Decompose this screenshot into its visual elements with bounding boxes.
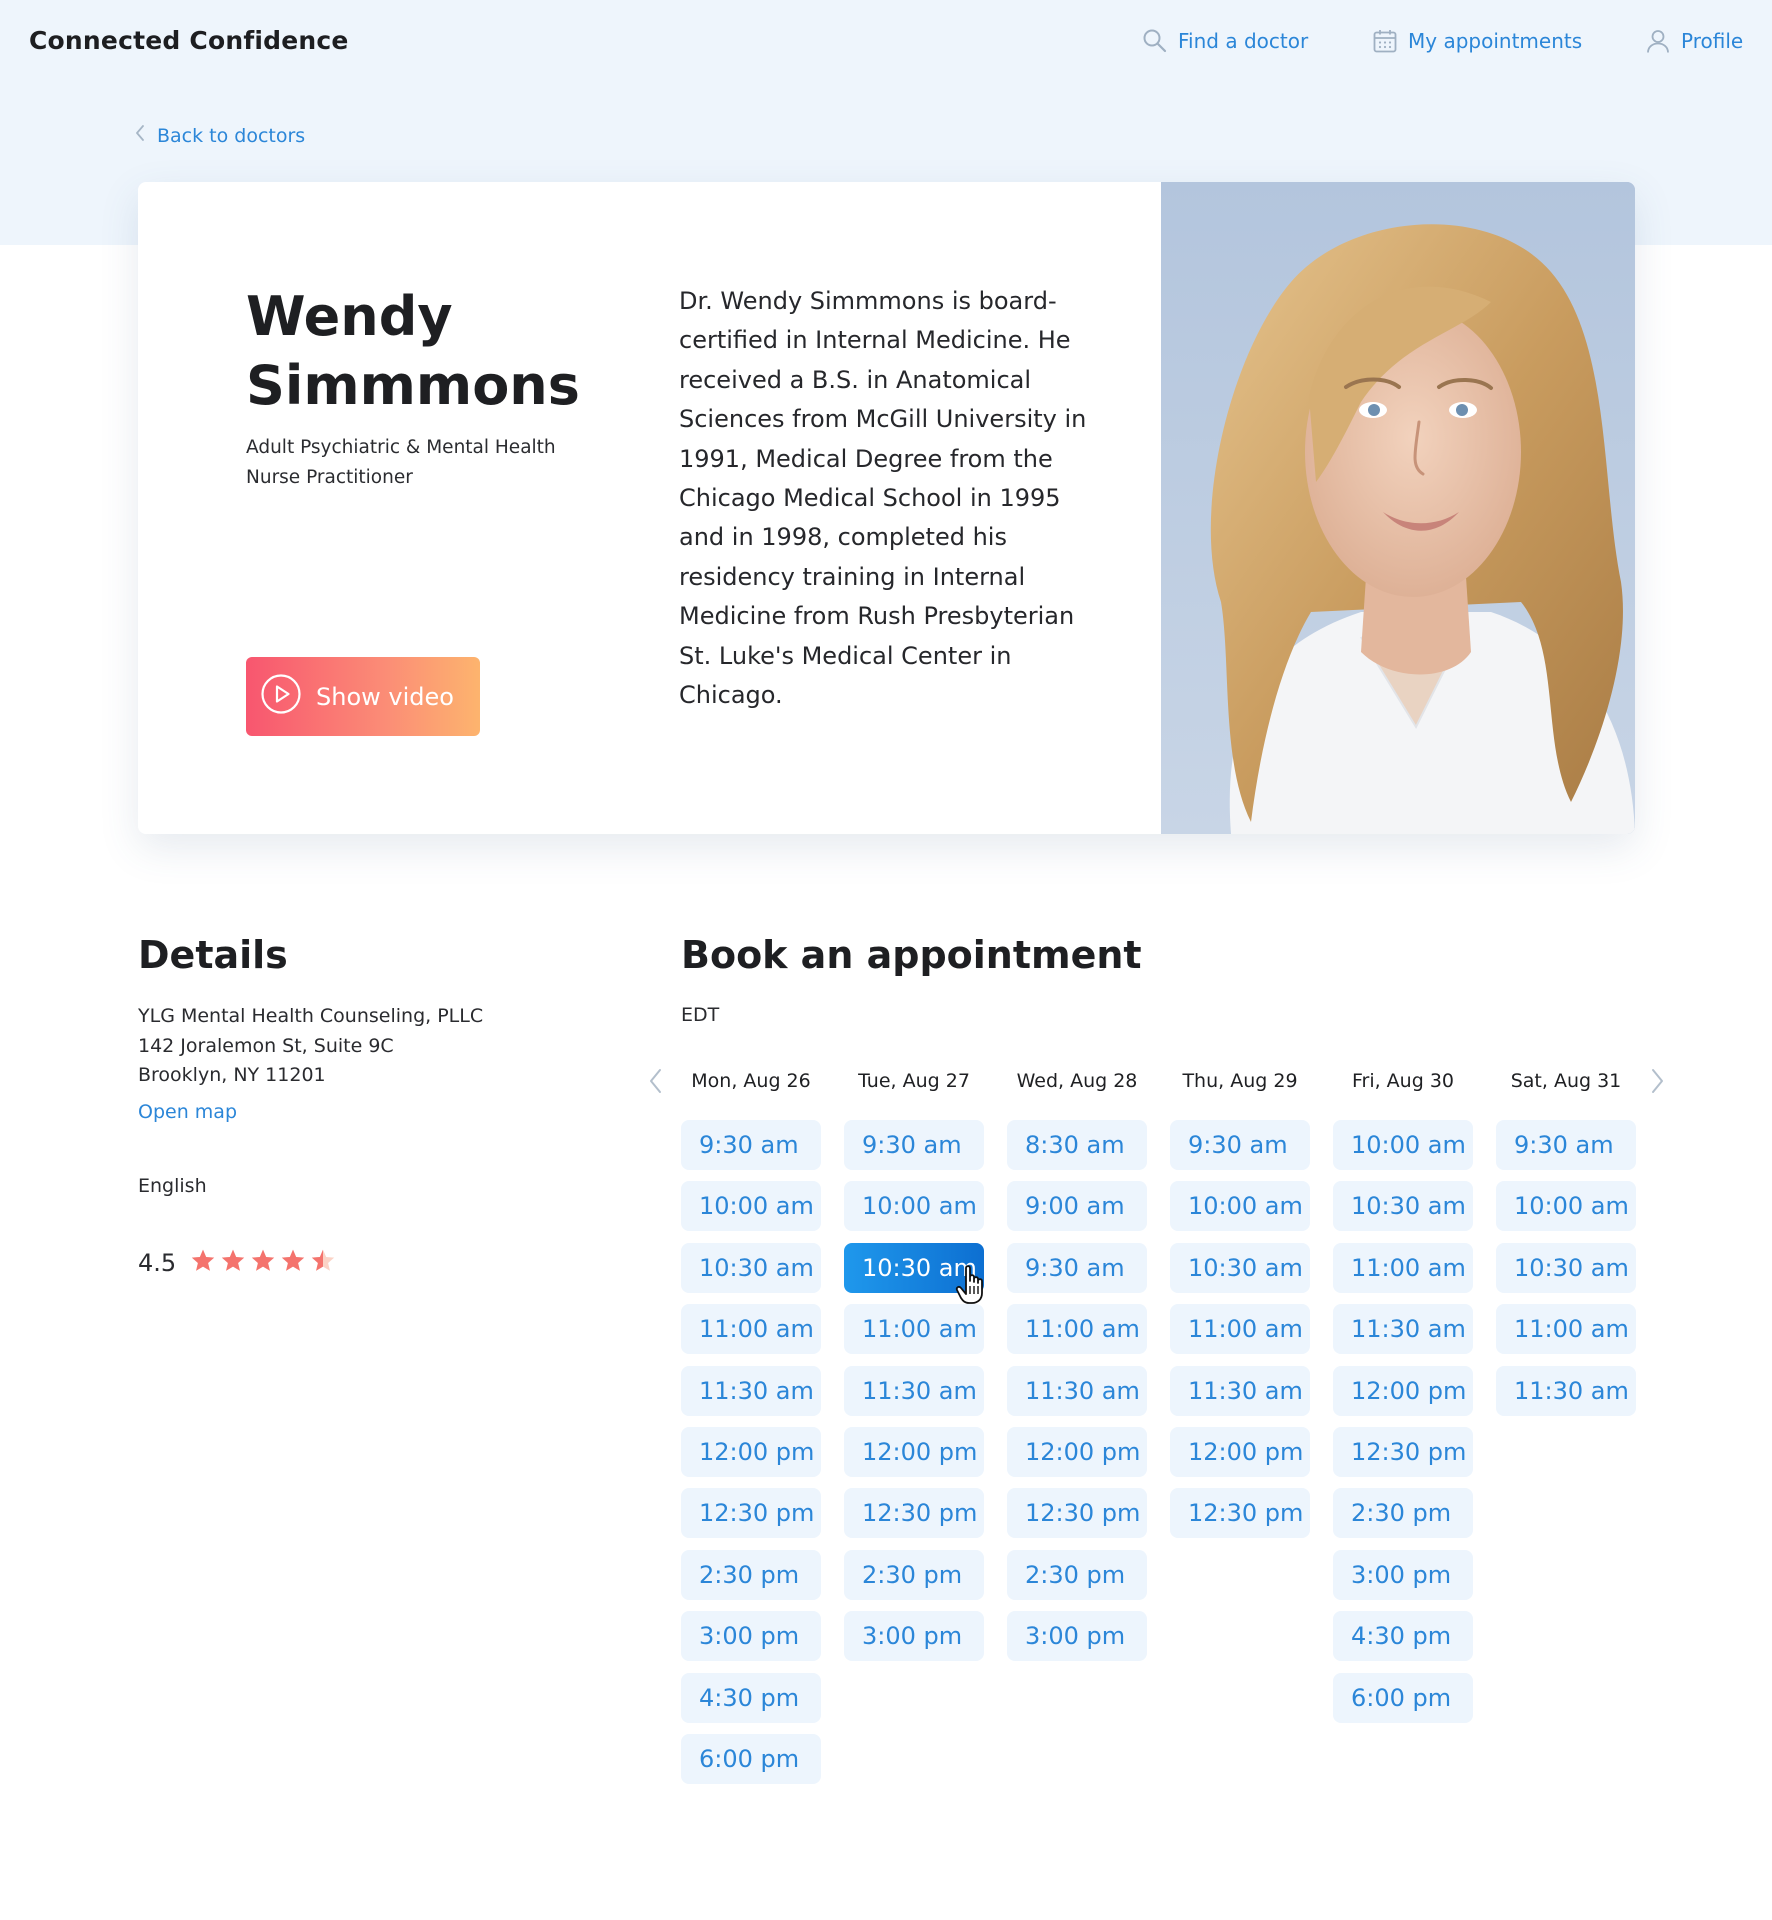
time-slot-button[interactable]: 10:00 am <box>1333 1120 1473 1170</box>
time-slot-button[interactable]: 3:00 pm <box>844 1611 984 1662</box>
time-slot-button[interactable]: 11:00 am <box>1496 1304 1636 1355</box>
timezone-label: EDT <box>681 1004 720 1026</box>
nav-profile[interactable]: Profile <box>1645 26 1743 56</box>
time-slot-button[interactable]: 3:00 pm <box>1333 1549 1473 1600</box>
time-slot-button[interactable]: 10:30 am <box>1333 1181 1473 1232</box>
time-slot-button[interactable]: 10:30 am <box>1170 1242 1310 1293</box>
time-slot-button[interactable]: 8:30 am <box>1007 1120 1147 1170</box>
open-map-link[interactable]: Open map <box>138 1101 237 1123</box>
calendar-icon <box>1372 28 1398 54</box>
chevron-left-icon <box>135 124 145 147</box>
time-slot-button[interactable]: 12:00 pm <box>844 1427 984 1477</box>
doctor-bio: Dr. Wendy Simmmons is board-certified in… <box>679 287 1087 710</box>
previous-week-button[interactable] <box>640 1068 670 1098</box>
time-slot-button[interactable]: 11:00 am <box>844 1304 984 1355</box>
time-slot-button[interactable]: 2:30 pm <box>681 1549 821 1600</box>
doctor-title: Adult Psychiatric & Mental Health Nurse … <box>246 437 556 488</box>
hand-cursor-icon <box>955 1264 989 1310</box>
book-appointment-heading: Book an appointment <box>681 933 1142 977</box>
practice-address: YLG Mental Health Counseling, PLLC 142 J… <box>138 1002 558 1091</box>
time-slot-button[interactable]: 9:30 am <box>844 1120 984 1170</box>
doctor-name: Wendy Simmmons <box>246 285 580 417</box>
time-slot-button[interactable]: 9:30 am <box>1007 1242 1147 1293</box>
time-slot-button[interactable]: 12:30 pm <box>844 1488 984 1539</box>
practice-street: 142 Joralemon St, Suite 9C <box>138 1034 394 1057</box>
nav-my-appointments[interactable]: My appointments <box>1372 26 1582 56</box>
practice-name: YLG Mental Health Counseling, PLLC <box>138 1005 484 1027</box>
star-icon <box>250 1248 276 1278</box>
time-slot-button[interactable]: 12:00 pm <box>1333 1365 1473 1416</box>
nav-profile-label: Profile <box>1681 29 1744 53</box>
day-label: Wed, Aug 28 <box>1016 1070 1138 1092</box>
time-slot-button[interactable]: 2:30 pm <box>1333 1488 1473 1539</box>
rating-stars <box>190 1248 336 1278</box>
time-slot-button[interactable]: 9:00 am <box>1007 1181 1147 1232</box>
time-slot-button[interactable]: 11:30 am <box>681 1365 821 1416</box>
time-slot-button[interactable]: 11:30 am <box>1170 1365 1310 1416</box>
star-icon <box>310 1248 336 1278</box>
rating: 4.5 <box>138 1248 336 1278</box>
time-slot-button[interactable]: 11:00 am <box>681 1304 821 1355</box>
time-slot-button[interactable]: 2:30 pm <box>1007 1549 1147 1600</box>
day-label: Thu, Aug 29 <box>1182 1070 1298 1092</box>
time-slot-button[interactable]: 3:00 pm <box>1007 1611 1147 1662</box>
time-slot-button[interactable]: 10:30 am <box>681 1242 821 1293</box>
chevron-left-icon <box>648 1068 662 1098</box>
nav-find-doctor-label: Find a doctor <box>1178 29 1309 53</box>
time-slot-button[interactable]: 12:30 pm <box>1170 1488 1310 1539</box>
time-slot-button[interactable]: 10:30 am <box>1496 1242 1636 1293</box>
nav-my-appointments-label: My appointments <box>1408 29 1583 53</box>
time-slot-button[interactable]: 9:30 am <box>1170 1120 1310 1170</box>
day-label: Sat, Aug 31 <box>1510 1070 1622 1092</box>
search-icon <box>1142 28 1168 54</box>
time-slot-button[interactable]: 12:30 pm <box>681 1488 821 1539</box>
day-label: Fri, Aug 30 <box>1351 1070 1455 1092</box>
nav-find-doctor[interactable]: Find a doctor <box>1142 26 1308 56</box>
time-slot-button[interactable]: 11:00 am <box>1170 1304 1310 1355</box>
details-heading: Details <box>138 933 288 977</box>
play-icon <box>260 673 302 721</box>
user-icon <box>1645 28 1671 54</box>
time-slot-button[interactable]: 12:30 pm <box>1333 1427 1473 1477</box>
star-icon <box>280 1248 306 1278</box>
language: English <box>138 1175 207 1197</box>
star-icon <box>220 1248 246 1278</box>
time-slot-button[interactable]: 10:00 am <box>844 1181 984 1232</box>
back-to-doctors-link[interactable]: Back to doctors <box>135 124 305 147</box>
time-slot-button[interactable]: 11:30 am <box>844 1365 984 1416</box>
star-icon <box>190 1248 216 1278</box>
time-slot-button[interactable]: 12:00 pm <box>1007 1427 1147 1477</box>
time-slot-button[interactable]: 2:30 pm <box>844 1549 984 1600</box>
back-link-label: Back to doctors <box>157 124 306 147</box>
time-slot-button[interactable]: 10:00 am <box>1496 1181 1636 1232</box>
time-slot-button[interactable]: 9:30 am <box>681 1120 821 1170</box>
time-slot-button[interactable]: 12:00 pm <box>1170 1427 1310 1477</box>
time-slot-button[interactable]: 9:30 am <box>1496 1120 1636 1170</box>
time-slot-button[interactable]: 12:00 pm <box>681 1427 821 1477</box>
practice-city: Brooklyn, NY 11201 <box>138 1064 326 1086</box>
time-slot-button[interactable]: 11:30 am <box>1333 1304 1473 1355</box>
time-slot-button[interactable]: 11:00 am <box>1007 1304 1147 1355</box>
brand-logo[interactable]: Connected Confidence <box>29 26 349 55</box>
day-label: Mon, Aug 26 <box>691 1070 811 1092</box>
time-slot-button[interactable]: 10:00 am <box>681 1181 821 1232</box>
day-label: Tue, Aug 27 <box>858 1070 970 1092</box>
time-slot-button[interactable]: 4:30 pm <box>1333 1611 1473 1662</box>
show-video-button[interactable]: Show video <box>246 657 480 736</box>
time-slot-button[interactable]: 6:00 pm <box>1333 1672 1473 1723</box>
time-slot-button[interactable]: 11:00 am <box>1333 1242 1473 1293</box>
show-video-label: Show video <box>316 682 454 711</box>
time-slot-button[interactable]: 11:30 am <box>1496 1365 1636 1416</box>
doctor-photo <box>1161 182 1635 834</box>
time-slot-button[interactable]: 12:30 pm <box>1007 1488 1147 1539</box>
chevron-right-icon <box>1651 1068 1665 1098</box>
rating-value: 4.5 <box>138 1249 177 1277</box>
doctor-profile-card: Wendy Simmmons Adult Psychiatric & Menta… <box>138 182 1635 834</box>
time-slot-button[interactable]: 11:30 am <box>1007 1365 1147 1416</box>
time-slot-button[interactable]: 3:00 pm <box>681 1611 821 1662</box>
time-slot-button[interactable]: 10:00 am <box>1170 1181 1310 1232</box>
next-week-button[interactable] <box>1643 1068 1673 1098</box>
time-slot-button[interactable]: 6:00 pm <box>681 1734 821 1784</box>
time-slot-button[interactable]: 4:30 pm <box>681 1672 821 1723</box>
